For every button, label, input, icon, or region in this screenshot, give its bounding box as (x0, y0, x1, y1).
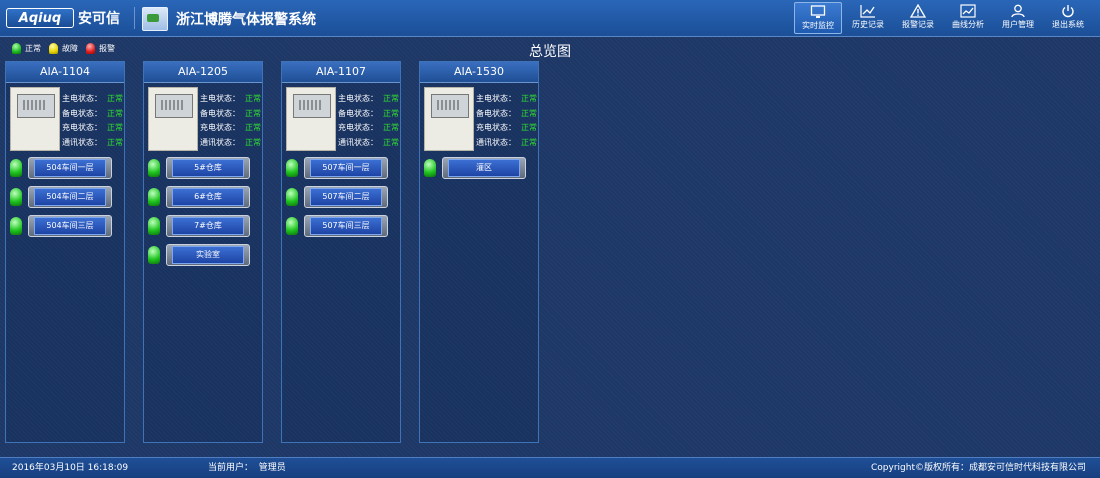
header-divider (134, 7, 135, 29)
system-icon (142, 7, 168, 31)
nav-logout[interactable]: 退出系统 (1044, 2, 1092, 34)
green-light-icon (148, 159, 160, 177)
zone-button[interactable]: 507车间一层 (304, 157, 388, 179)
zone-row: 7#仓库 (148, 214, 250, 238)
zone-row: 5#仓库 (148, 156, 250, 180)
comm-status: 通讯状态： 正常 (338, 137, 399, 147)
green-light-icon (10, 188, 22, 206)
zone-row: 6#仓库 (148, 185, 250, 209)
warning-icon (910, 4, 926, 18)
backup-power-status: 备电状态： 正常 (62, 108, 123, 118)
monitor-icon (810, 5, 826, 19)
zone-button[interactable]: 5#仓库 (166, 157, 250, 179)
zone-button[interactable]: 507车间三层 (304, 215, 388, 237)
zone-button[interactable]: 507车间二层 (304, 186, 388, 208)
zone-row: 507车间三层 (286, 214, 388, 238)
panel-title: AIA-1530 (420, 62, 538, 83)
comm-status: 通讯状态： 正常 (62, 137, 123, 147)
user-icon (1010, 4, 1026, 18)
controller-device-image (10, 87, 60, 151)
company-logo: Aqiuq 安可信 (6, 7, 126, 29)
panel-title: AIA-1205 (144, 62, 262, 83)
zone-button[interactable]: 灌区 (442, 157, 526, 179)
main-power-status: 主电状态： 正常 (200, 94, 261, 103)
green-light-icon (286, 188, 298, 206)
green-light-icon (10, 159, 22, 177)
controller-status-list: 主电状态： 正常 备电状态： 正常 充电状态： 正常 通讯状态： 正常 (200, 92, 261, 150)
curve-chart-icon (960, 4, 976, 18)
zone-row: 504车间一层 (10, 156, 112, 180)
green-light-icon (286, 159, 298, 177)
top-header: Aqiuq 安可信 浙江博腾气体报警系统 实时监控 历史记录 报警记录 曲线分析… (0, 0, 1100, 37)
zone-button[interactable]: 504车间一层 (28, 157, 112, 179)
main-power-status: 主电状态： 正常 (338, 94, 399, 103)
system-title: 浙江博腾气体报警系统 (176, 12, 316, 28)
zone-button[interactable]: 实验室 (166, 244, 250, 266)
green-light-icon (148, 217, 160, 235)
green-light-icon (148, 188, 160, 206)
panel-title: AIA-1104 (6, 62, 124, 83)
backup-power-status: 备电状态： 正常 (200, 108, 261, 118)
line-chart-icon (860, 4, 876, 18)
nav-history[interactable]: 历史记录 (844, 2, 892, 34)
charging-status: 充电状态： 正常 (338, 123, 399, 132)
panel-title: AIA-1107 (282, 62, 400, 83)
zone-row: 504车间二层 (10, 185, 112, 209)
zone-button[interactable]: 7#仓库 (166, 215, 250, 237)
green-light-icon (286, 217, 298, 235)
comm-status: 通讯状态： 正常 (200, 137, 261, 147)
controller-status-list: 主电状态： 正常 备电状态： 正常 充电状态： 正常 通讯状态： 正常 (476, 92, 537, 150)
current-user-info: 当前用户： 管理员 (208, 463, 286, 473)
zone-row: 504车间三层 (10, 214, 112, 238)
nav-realtime-monitor[interactable]: 实时监控 (794, 2, 842, 34)
nav-alarm-records[interactable]: 报警记录 (894, 2, 942, 34)
controller-panel: AIA-1107 主电状态： 正常 备电状态： 正常 充电状态： 正常 通讯状态： 正常… (281, 61, 401, 443)
backup-power-status: 备电状态： 正常 (338, 108, 399, 118)
controller-device-image (424, 87, 474, 151)
controller-device-image (148, 87, 198, 151)
main-nav: 实时监控 历史记录 报警记录 曲线分析 用户管理 退出系统 (792, 2, 1092, 34)
backup-power-status: 备电状态： 正常 (476, 108, 537, 118)
controller-device-image (286, 87, 336, 151)
zone-row: 实验室 (148, 243, 250, 267)
logo-badge: Aqiuq (6, 8, 74, 28)
charging-status: 充电状态： 正常 (476, 123, 537, 132)
zone-row: 507车间一层 (286, 156, 388, 180)
logo-cn-text: 安可信 (78, 11, 120, 27)
zone-button[interactable]: 504车间三层 (28, 215, 112, 237)
comm-status: 通讯状态： 正常 (476, 137, 537, 147)
controller-status-list: 主电状态： 正常 备电状态： 正常 充电状态： 正常 通讯状态： 正常 (62, 92, 123, 150)
green-light-icon (148, 246, 160, 264)
main-power-status: 主电状态： 正常 (476, 94, 537, 103)
zone-button[interactable]: 504车间二层 (28, 186, 112, 208)
main-power-status: 主电状态： 正常 (62, 94, 123, 103)
controller-status-list: 主电状态： 正常 备电状态： 正常 充电状态： 正常 通讯状态： 正常 (338, 92, 399, 150)
controller-panel: AIA-1104 主电状态： 正常 备电状态： 正常 充电状态： 正常 通讯状态： 正常… (5, 61, 125, 443)
copyright-text: Copyright©版权所有：成都安可信时代科技有限公司 (871, 463, 1086, 473)
status-footer: 2016年03月10日 16:18:09 当前用户： 管理员 Copyright… (0, 457, 1100, 478)
charging-status: 充电状态： 正常 (62, 123, 123, 132)
zone-row: 507车间二层 (286, 185, 388, 209)
charging-status: 充电状态： 正常 (200, 123, 261, 132)
zone-button[interactable]: 6#仓库 (166, 186, 250, 208)
green-light-icon (424, 159, 436, 177)
current-datetime: 2016年03月10日 16:18:09 (12, 463, 129, 473)
power-icon (1060, 4, 1076, 18)
zone-row: 灌区 (424, 156, 526, 180)
nav-curve-analysis[interactable]: 曲线分析 (944, 2, 992, 34)
nav-user-management[interactable]: 用户管理 (994, 2, 1042, 34)
page-title: 总览图 (529, 44, 571, 60)
controller-panel: AIA-1205 主电状态： 正常 备电状态： 正常 充电状态： 正常 通讯状态： 正常… (143, 61, 263, 443)
green-light-icon (10, 217, 22, 235)
controller-panel: AIA-1530 主电状态： 正常 备电状态： 正常 充电状态： 正常 通讯状态： 正常… (419, 61, 539, 443)
